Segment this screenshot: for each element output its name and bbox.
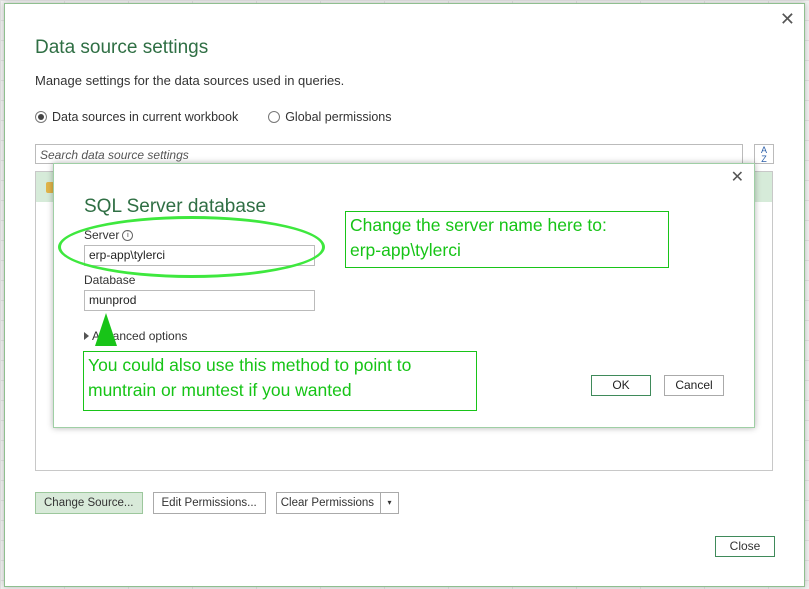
database-annotation-callout: You could also use this method to point …: [83, 351, 477, 411]
radio-current-workbook[interactable]: Data sources in current workbook: [35, 110, 238, 124]
database-label: Database: [84, 273, 136, 287]
database-field[interactable]: munprod: [84, 290, 315, 311]
change-source-button[interactable]: Change Source...: [35, 492, 143, 514]
close-button[interactable]: Close: [715, 536, 775, 557]
server-annotation-line1: Change the server name here to:: [350, 215, 607, 235]
radio-global-permissions-label: Global permissions: [285, 110, 392, 124]
chevron-down-icon[interactable]: ▾: [380, 493, 398, 513]
ok-button[interactable]: OK: [591, 375, 651, 396]
dialog-close-icon[interactable]: ✕: [780, 10, 795, 28]
inner-dialog-title: SQL Server database: [84, 196, 267, 217]
sort-z-icon: Z: [761, 154, 767, 164]
dialog-title: Data source settings: [35, 37, 209, 58]
database-annotation-line1: You could also use this method to point …: [88, 355, 412, 375]
chevron-right-icon: [84, 332, 89, 340]
dialog-subtitle: Manage settings for the data sources use…: [35, 73, 345, 88]
database-annotation-line2: muntrain or muntest if you wanted: [88, 380, 352, 400]
scope-radio-group: Data sources in current workbook Global …: [35, 110, 392, 124]
radio-unselected-icon[interactable]: [268, 111, 281, 123]
arrow-up-icon: [95, 313, 117, 346]
cancel-button[interactable]: Cancel: [664, 375, 724, 396]
server-annotation-line2: erp-app\tylerci: [350, 240, 461, 260]
clear-permissions-label: Clear Permissions: [280, 497, 375, 509]
edit-permissions-button[interactable]: Edit Permissions...: [152, 492, 266, 514]
search-input[interactable]: Search data source settings: [35, 144, 743, 164]
action-buttons: Change Source... Edit Permissions... Cle…: [35, 492, 400, 514]
sort-button[interactable]: A Z: [754, 144, 774, 164]
clear-permissions-button[interactable]: Clear Permissions ▾: [275, 492, 400, 514]
radio-current-workbook-label: Data sources in current workbook: [52, 110, 239, 124]
clear-permissions-split: Clear Permissions ▾: [275, 492, 400, 514]
server-highlight-ellipse: [58, 216, 325, 278]
inner-close-icon[interactable]: ✕: [731, 170, 744, 186]
radio-selected-icon[interactable]: [35, 111, 47, 123]
server-annotation-callout: Change the server name here to: erp-app\…: [345, 211, 669, 268]
radio-global-permissions[interactable]: Global permissions: [268, 110, 392, 124]
